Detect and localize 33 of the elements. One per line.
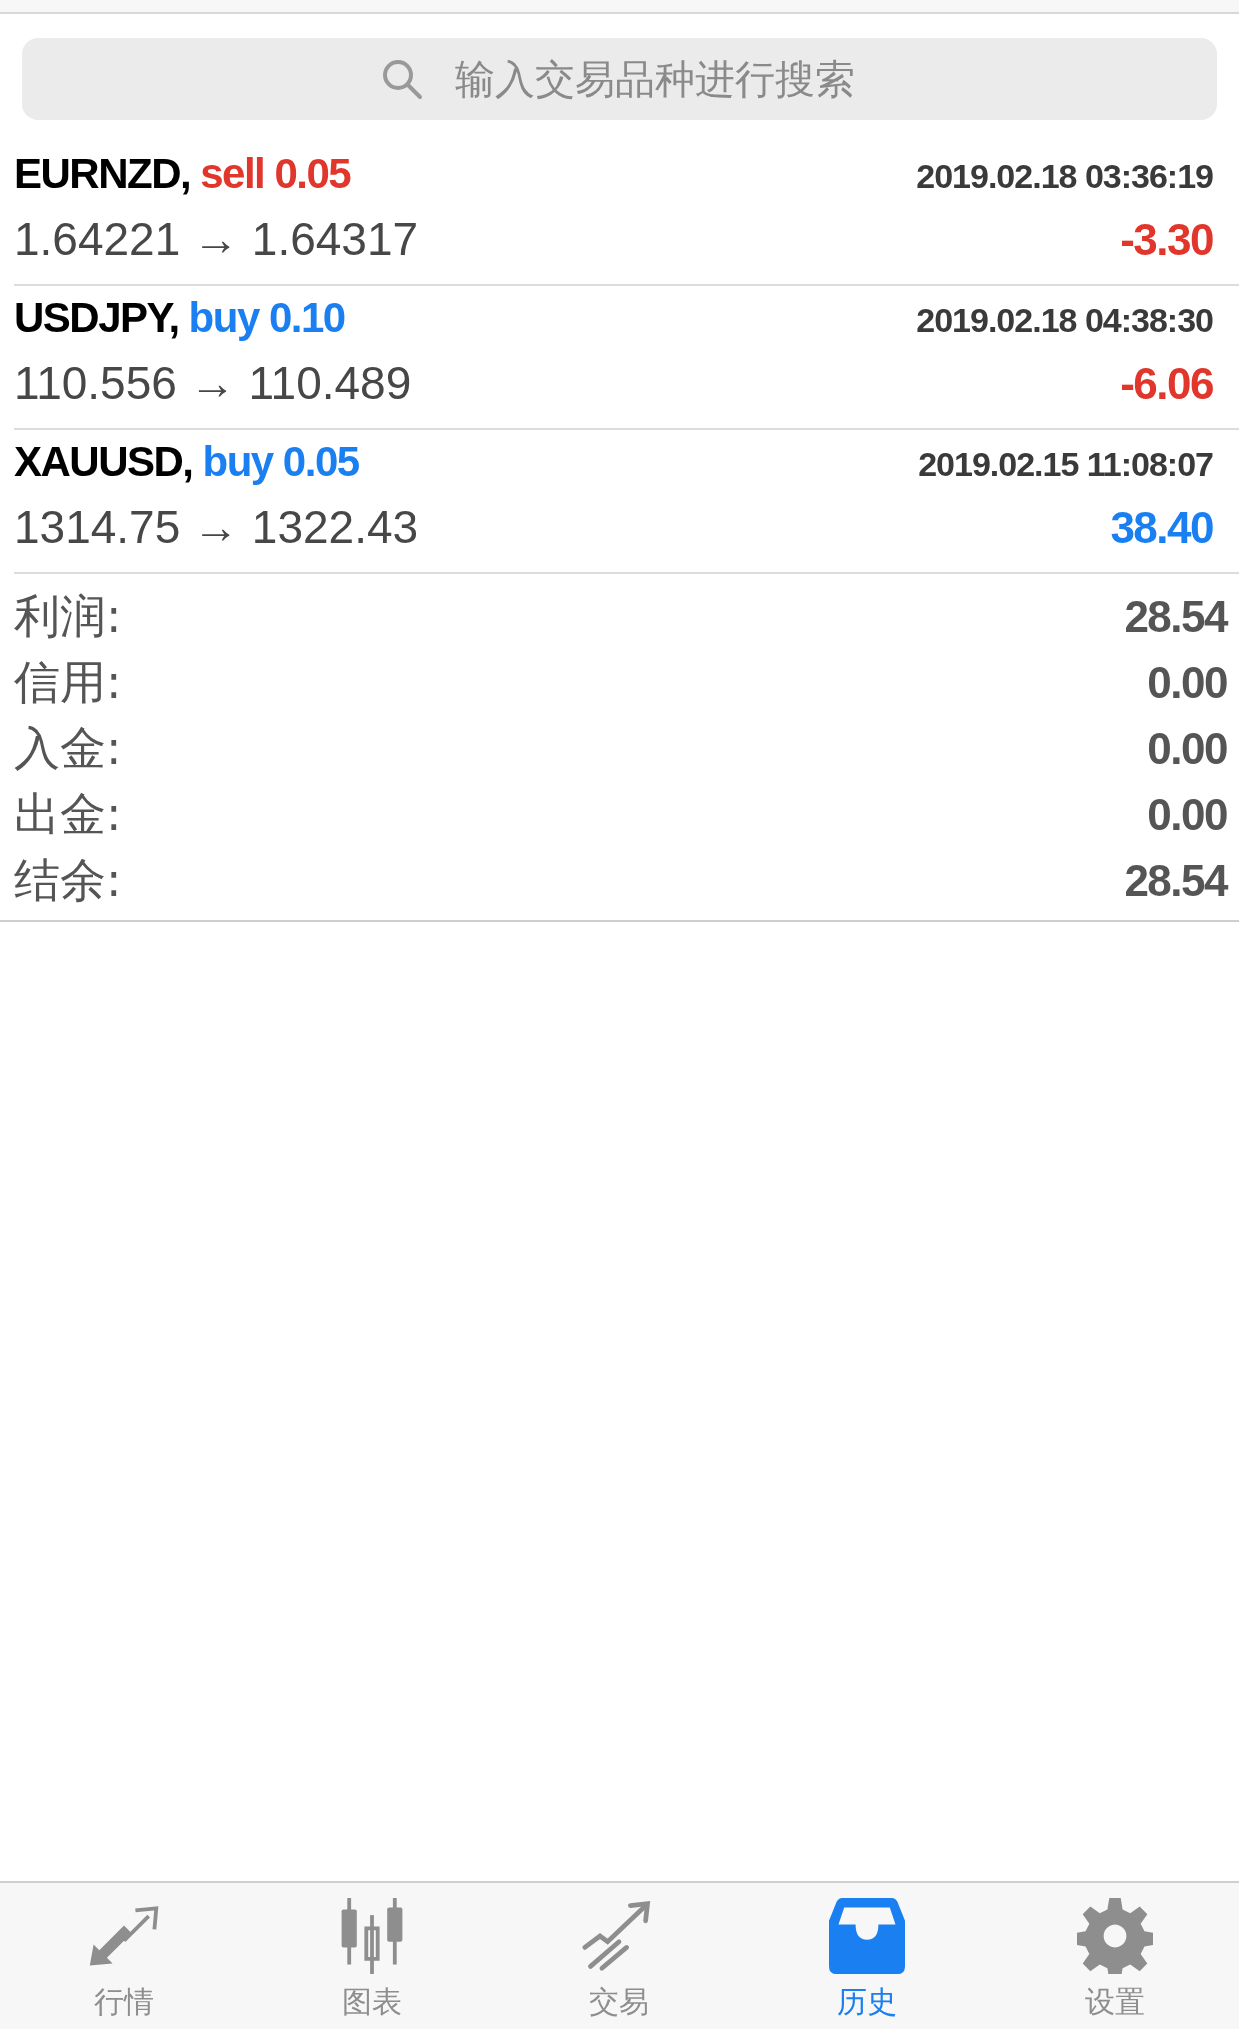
summary-value: 0.00 — [1147, 790, 1227, 840]
order-label: sell 0.05 — [200, 150, 351, 198]
profit-value: -3.30 — [1120, 215, 1213, 265]
profit-value: 38.40 — [1110, 503, 1213, 553]
profit-value: -6.06 — [1120, 359, 1213, 409]
symbol-label: EURNZD, — [14, 150, 191, 198]
search-field[interactable]: 输入交易品种进行搜索 — [22, 38, 1217, 120]
summary-label: 利润: — [14, 588, 122, 645]
symbol-label: USDJPY, — [14, 294, 179, 342]
order-label: buy 0.05 — [202, 438, 359, 486]
symbol-label: XAUUSD, — [14, 438, 193, 486]
tab[interactable]: 行情 — [0, 1883, 248, 2029]
trade-time: 2019.02.18 04:38:30 — [916, 301, 1213, 340]
summary-label: 入金: — [14, 720, 122, 777]
summary-value: 28.54 — [1124, 856, 1227, 906]
price-range: 1.64221 → 1.64317 — [14, 212, 419, 266]
summary-label: 信用: — [14, 654, 122, 711]
tab[interactable]: 历史 — [743, 1883, 992, 2029]
price-range: 110.556 → 110.489 — [14, 356, 412, 410]
summary-value: 28.54 — [1124, 592, 1227, 642]
tab[interactable]: 图表 — [247, 1883, 496, 2029]
order-label: buy 0.10 — [188, 294, 345, 342]
summary-value: 0.00 — [1147, 724, 1227, 774]
summary-value: 0.00 — [1147, 658, 1227, 708]
price-range: 1314.75 → 1322.43 — [14, 500, 419, 554]
trade-time: 2019.02.18 03:36:19 — [916, 157, 1213, 196]
tab[interactable]: 设置 — [991, 1883, 1239, 2029]
inbox-icon — [829, 1898, 906, 1974]
settings-icon — [1077, 1898, 1154, 1974]
summary-label: 结余: — [14, 852, 122, 909]
trade-time: 2019.02.15 11:08:07 — [918, 445, 1213, 484]
tab[interactable]: 交易 — [495, 1883, 744, 2029]
summary-label: 出金: — [14, 786, 122, 843]
